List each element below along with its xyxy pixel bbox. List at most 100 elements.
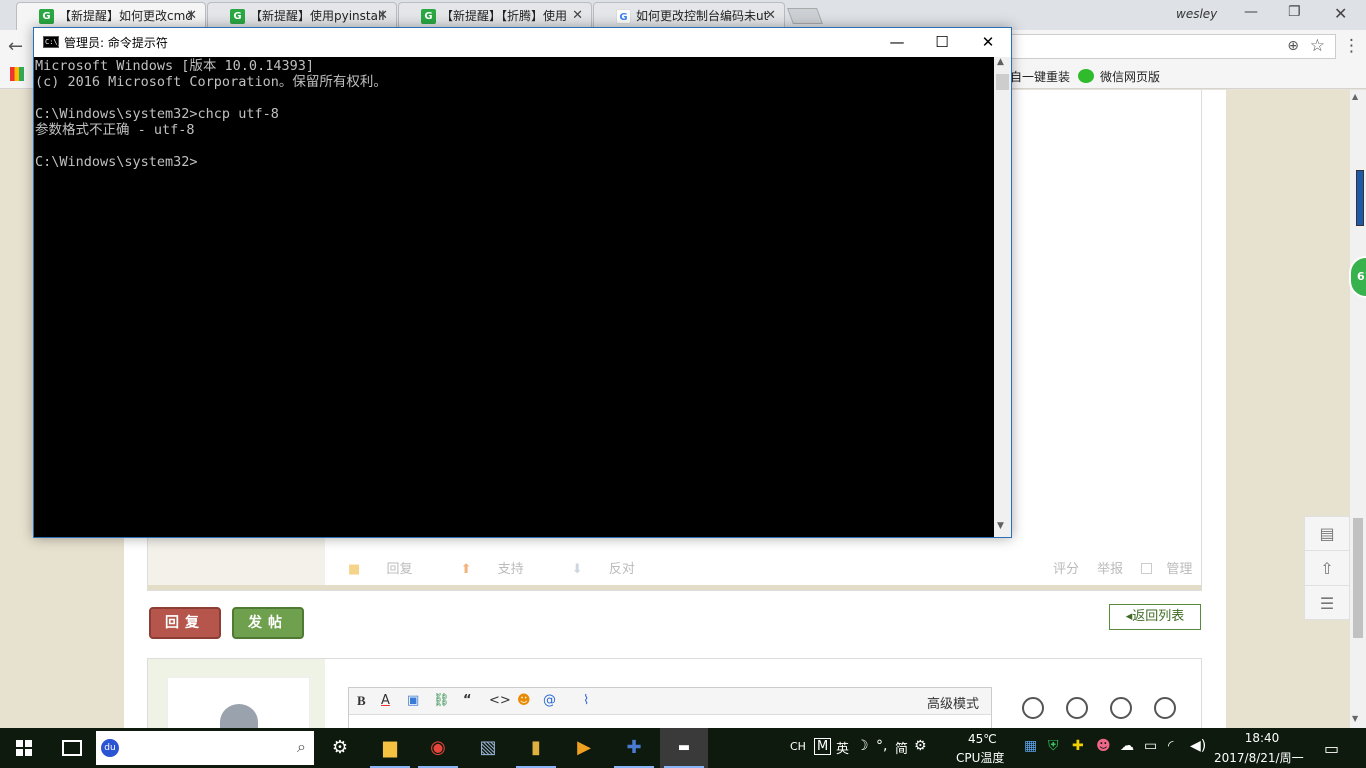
clock-date[interactable]: 2017/8/21/周一	[1214, 749, 1304, 766]
punctuation-icon[interactable]: °,	[876, 738, 887, 754]
profile-name[interactable]: wesley	[1176, 7, 1217, 21]
reply-button[interactable]: 回复	[149, 607, 221, 639]
browser-tab-2[interactable]: G 【新提醒】使用pyinstall ✕	[207, 2, 397, 30]
console-line: (c) 2016 Microsoft Corporation。保留所有权利。	[35, 74, 387, 90]
notification-center-icon[interactable]: ▭	[1324, 739, 1339, 758]
minimize-icon[interactable]: —	[1244, 4, 1258, 20]
cpu-temperature[interactable]: 45℃	[968, 732, 997, 746]
code-icon[interactable]: <>	[489, 693, 511, 708]
post-oppose-link[interactable]: ⬇ 反对	[572, 562, 657, 577]
emoji-face-1-icon[interactable]	[1022, 697, 1044, 719]
zoom-icon[interactable]: ⊕	[1287, 38, 1299, 54]
console-line: 参数格式不正确 - utf-8	[35, 122, 195, 138]
post-reply-link[interactable]: ■ 回复	[348, 562, 434, 577]
close-tab-icon[interactable]: ✕	[765, 3, 776, 29]
rate-link[interactable]: 评分	[1053, 562, 1079, 577]
security-plus-icon[interactable]: ✚	[1072, 738, 1084, 754]
page-scroll-thumb[interactable]	[1353, 518, 1363, 638]
new-post-button[interactable]: 发帖	[232, 607, 304, 639]
quote-icon[interactable]: “	[463, 693, 472, 708]
console-close-icon[interactable]: ✕	[965, 30, 1011, 54]
emoji-face-4-icon[interactable]	[1154, 697, 1176, 719]
chrome-icon[interactable]: ◉	[414, 728, 462, 768]
ime-english-indicator[interactable]: 英	[836, 738, 849, 757]
console-maximize-icon[interactable]: ☐	[919, 30, 965, 54]
back-to-top-icon[interactable]: ⇧	[1305, 552, 1349, 586]
bookmark-reinstall[interactable]: 自一键重装	[1010, 68, 1070, 85]
clock-time[interactable]: 18:40	[1232, 731, 1292, 745]
post-divider	[148, 585, 1201, 590]
task-view-icon[interactable]	[62, 740, 82, 756]
command-prompt-window[interactable]: C:\_ 管理员: 命令提示符 — ☐ ✕ Microsoft Windows …	[33, 27, 1012, 538]
close-tab-icon[interactable]: ✕	[186, 3, 197, 29]
post-support-link[interactable]: ⬆ 支持	[461, 562, 546, 577]
browser-tab-4[interactable]: G 如何更改控制台编码未ut ✕	[593, 2, 785, 30]
console-minimize-icon[interactable]: —	[874, 30, 920, 54]
browser-tab-3[interactable]: G 【新提醒】【折腾】使用 ✕	[398, 2, 592, 30]
photos-app-icon[interactable]: ▧	[464, 728, 512, 768]
scroll-up-arrow-icon[interactable]: ▲	[1352, 92, 1358, 101]
manage-checkbox[interactable]	[1141, 563, 1153, 574]
console-output[interactable]: Microsoft Windows [版本 10.0.14393] (c) 20…	[34, 57, 994, 537]
console-titlebar[interactable]: C:\_ 管理员: 命令提示符 — ☐ ✕	[34, 28, 1011, 57]
new-tab-button[interactable]	[787, 8, 823, 24]
taskbar-search[interactable]: du ⌕	[96, 731, 314, 765]
browser-tabstrip: G 【新提醒】如何更改cmd ✕ G 【新提醒】使用pyinstall ✕ G …	[0, 0, 1366, 30]
command-prompt-taskbar-icon[interactable]: ▬	[660, 728, 708, 768]
volume-icon[interactable]: ◀)	[1190, 738, 1206, 754]
emoji-face-3-icon[interactable]	[1110, 697, 1132, 719]
scroll-up-arrow-icon[interactable]: ▲	[997, 57, 1004, 67]
console-scroll-thumb[interactable]	[996, 74, 1009, 90]
link-icon[interactable]: ⛓	[433, 693, 450, 708]
attachment-icon[interactable]: ⌇	[583, 693, 589, 708]
console-prompt: C:\Windows\system32>	[35, 154, 198, 170]
close-window-icon[interactable]: ✕	[1334, 4, 1347, 23]
mention-icon[interactable]: @	[543, 693, 556, 708]
archive-app-icon[interactable]: ▮	[512, 728, 560, 768]
cloud-upload-icon[interactable]: ☁	[1120, 738, 1134, 754]
shield-icon[interactable]: ⛨	[1048, 738, 1059, 754]
cpu-temperature-label: CPU温度	[956, 751, 1005, 765]
back-to-list-button[interactable]: ◂返回列表	[1109, 604, 1201, 630]
file-explorer-icon[interactable]: ▆	[366, 728, 414, 768]
start-button[interactable]	[0, 728, 48, 768]
ime-simplified-indicator[interactable]: 简	[895, 738, 908, 757]
list-icon[interactable]: ☰	[1305, 587, 1349, 621]
back-arrow-icon[interactable]: ←	[8, 36, 23, 57]
settings-gear-icon[interactable]: ⚙	[316, 728, 364, 768]
post-action-bar: ■ 回复 ⬆ 支持 ⬇ 反对	[348, 558, 679, 577]
bookmark-wechat-web[interactable]: 微信网页版	[1078, 68, 1160, 85]
ime-settings-gear-icon[interactable]: ⚙	[914, 738, 927, 754]
bold-icon[interactable]: B	[357, 693, 366, 709]
console-scrollbar[interactable]: ▲ ▼	[994, 57, 1011, 537]
font-color-icon[interactable]: A	[381, 693, 390, 708]
restore-icon[interactable]: ❐	[1288, 4, 1301, 20]
language-indicator[interactable]: CH	[790, 740, 806, 753]
apps-grid-icon[interactable]	[10, 67, 24, 81]
advanced-mode-link[interactable]: 高级模式	[927, 693, 979, 712]
ime-mode-indicator[interactable]: M	[814, 738, 832, 755]
network-app-icon[interactable]: ▦	[1024, 738, 1037, 754]
close-tab-icon[interactable]: ✕	[572, 3, 583, 29]
comment-icon[interactable]: ▤	[1305, 517, 1349, 551]
close-tab-icon[interactable]: ✕	[377, 3, 388, 29]
moon-icon[interactable]: ☽	[856, 738, 869, 754]
python-icon[interactable]: ✚	[610, 728, 658, 768]
emoji-face-2-icon[interactable]	[1066, 697, 1088, 719]
site-favicon-icon: G	[39, 9, 54, 24]
video-player-icon[interactable]: ▶	[560, 728, 608, 768]
image-icon[interactable]: ▣	[407, 693, 419, 708]
browser-tab-1[interactable]: G 【新提醒】如何更改cmd ✕	[16, 2, 206, 30]
manage-link[interactable]: 管理	[1166, 562, 1192, 577]
wifi-icon[interactable]: ◜	[1168, 738, 1173, 754]
smiley-icon[interactable]: ☻	[517, 693, 531, 708]
scroll-down-arrow-icon[interactable]: ▼	[1352, 714, 1358, 723]
bookmark-star-icon[interactable]: ☆	[1310, 36, 1325, 56]
report-link[interactable]: 举报	[1097, 562, 1123, 577]
browser-menu-icon[interactable]: ⋮	[1343, 36, 1360, 56]
address-bar[interactable]: ⊕ ☆	[1008, 34, 1336, 59]
scroll-down-arrow-icon[interactable]: ▼	[997, 521, 1004, 531]
user-group-icon[interactable]: ☻	[1096, 738, 1111, 754]
reply-bubble-icon: ■	[348, 562, 361, 577]
battery-icon[interactable]: ▭	[1144, 738, 1157, 754]
